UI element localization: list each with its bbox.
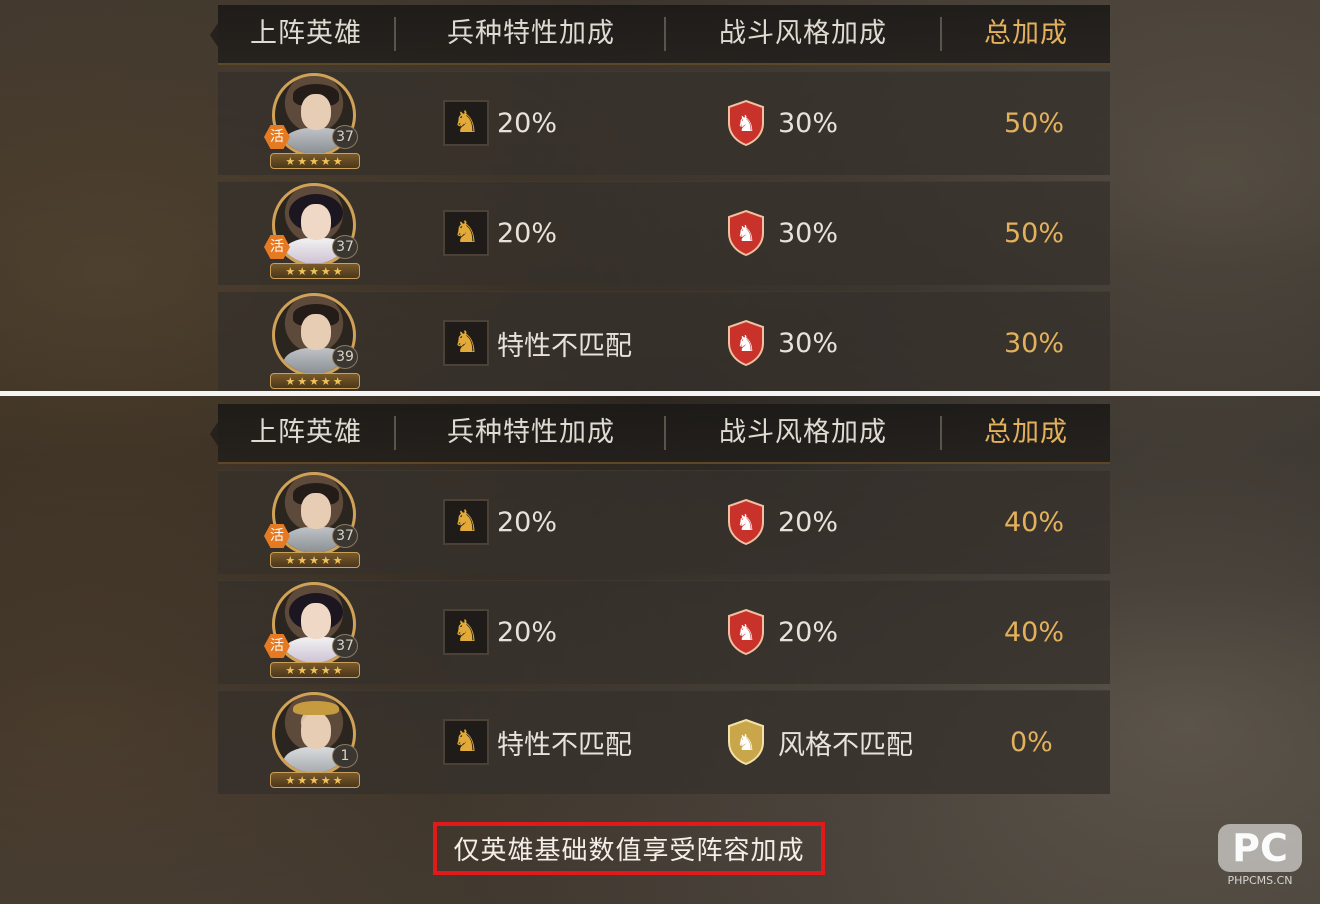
hero-row[interactable]: 39 ★★★★★ 特性不匹配 ♞ 30% 30% <box>218 291 1110 395</box>
total-bonus-value: 0% <box>1010 726 1053 758</box>
header-hero: 上阵英雄 <box>250 18 362 49</box>
star-rating: ★★★★★ <box>270 263 360 279</box>
star-rating: ★★★★★ <box>270 662 360 678</box>
bonus-table-after: 上阵英雄 兵种特性加成 战斗风格加成 总加成 活 37 ★★★★★ 20% ♞ … <box>210 404 1110 794</box>
hero-row[interactable]: 1 ★★★★★ 特性不匹配 ♞ 风格不匹配 0% <box>218 690 1110 794</box>
header-troop-bonus: 兵种特性加成 <box>447 417 615 448</box>
hero-row[interactable]: 活 37 ★★★★★ 20% ♞ 20% 40% <box>218 580 1110 684</box>
table-header: 上阵英雄 兵种特性加成 战斗风格加成 总加成 <box>210 5 1110 65</box>
watermark-logo: PC <box>1218 824 1302 872</box>
gold-lion-shield-icon: ♞ <box>728 718 764 766</box>
svg-text:♞: ♞ <box>736 621 756 646</box>
highlighted-note: 仅英雄基础数值享受阵容加成 <box>433 822 825 875</box>
horse-icon <box>443 100 489 146</box>
level-badge: 37 <box>332 634 358 658</box>
level-badge: 39 <box>332 345 358 369</box>
total-bonus-value: 50% <box>1004 217 1065 249</box>
star-rating: ★★★★★ <box>270 772 360 788</box>
screenshot-divider <box>0 391 1320 396</box>
total-bonus-value: 30% <box>1004 327 1065 359</box>
hero-row[interactable]: 活 37 ★★★★★ 20% ♞ 30% 50% <box>218 71 1110 175</box>
svg-text:♞: ♞ <box>736 222 756 247</box>
horse-icon <box>443 320 489 366</box>
header-total-bonus: 总加成 <box>984 417 1068 448</box>
hero-avatar[interactable]: 活 37 ★★★★★ <box>264 183 360 283</box>
horse-icon <box>443 719 489 765</box>
level-badge: 37 <box>332 524 358 548</box>
troop-bonus-value: 20% <box>497 107 558 139</box>
horse-icon <box>443 210 489 256</box>
horse-icon <box>443 609 489 655</box>
style-bonus-value: 30% <box>778 107 839 139</box>
troop-bonus-value: 特性不匹配 <box>497 729 632 761</box>
style-bonus-value: 风格不匹配 <box>778 729 913 761</box>
level-badge: 37 <box>332 125 358 149</box>
style-bonus-value: 20% <box>778 506 839 538</box>
note-text: 仅英雄基础数值享受阵容加成 <box>453 836 805 866</box>
svg-text:♞: ♞ <box>736 112 756 137</box>
troop-bonus-value: 特性不匹配 <box>497 330 632 362</box>
style-bonus-value: 30% <box>778 217 839 249</box>
header-hero: 上阵英雄 <box>250 417 362 448</box>
star-rating: ★★★★★ <box>270 552 360 568</box>
header-style-bonus: 战斗风格加成 <box>719 18 887 49</box>
header-total-bonus: 总加成 <box>984 18 1068 49</box>
table-header: 上阵英雄 兵种特性加成 战斗风格加成 总加成 <box>210 404 1110 464</box>
level-badge: 37 <box>332 235 358 259</box>
hero-row[interactable]: 活 37 ★★★★★ 20% ♞ 30% 50% <box>218 181 1110 285</box>
red-lion-shield-icon: ♞ <box>728 99 764 147</box>
star-rating: ★★★★★ <box>270 373 360 389</box>
total-bonus-value: 40% <box>1004 616 1065 648</box>
site-watermark: PC PHPCMS.CN <box>1214 824 1304 890</box>
svg-text:♞: ♞ <box>736 332 756 357</box>
hero-avatar[interactable]: 39 ★★★★★ <box>270 293 360 393</box>
red-lion-shield-icon: ♞ <box>728 209 764 257</box>
svg-text:♞: ♞ <box>736 511 756 536</box>
header-style-bonus: 战斗风格加成 <box>719 417 887 448</box>
horse-icon <box>443 499 489 545</box>
hero-avatar[interactable]: 活 37 ★★★★★ <box>264 73 360 173</box>
style-bonus-value: 30% <box>778 327 839 359</box>
hero-avatar[interactable]: 活 37 ★★★★★ <box>264 472 360 572</box>
header-troop-bonus: 兵种特性加成 <box>447 18 615 49</box>
total-bonus-value: 40% <box>1004 506 1065 538</box>
hero-row[interactable]: 活 37 ★★★★★ 20% ♞ 20% 40% <box>218 470 1110 574</box>
level-badge: 1 <box>332 744 358 768</box>
red-lion-shield-icon: ♞ <box>728 319 764 367</box>
watermark-text: PHPCMS.CN <box>1227 874 1293 887</box>
red-lion-shield-icon: ♞ <box>728 498 764 546</box>
troop-bonus-value: 20% <box>497 217 558 249</box>
troop-bonus-value: 20% <box>497 506 558 538</box>
star-rating: ★★★★★ <box>270 153 360 169</box>
bonus-table-before: 上阵英雄 兵种特性加成 战斗风格加成 总加成 活 37 ★★★★★ 20% ♞ … <box>210 5 1110 395</box>
hero-avatar[interactable]: 活 37 ★★★★★ <box>264 582 360 682</box>
troop-bonus-value: 20% <box>497 616 558 648</box>
style-bonus-value: 20% <box>778 616 839 648</box>
svg-text:♞: ♞ <box>736 731 756 756</box>
red-lion-shield-icon: ♞ <box>728 608 764 656</box>
total-bonus-value: 50% <box>1004 107 1065 139</box>
hero-avatar[interactable]: 1 ★★★★★ <box>270 692 360 792</box>
